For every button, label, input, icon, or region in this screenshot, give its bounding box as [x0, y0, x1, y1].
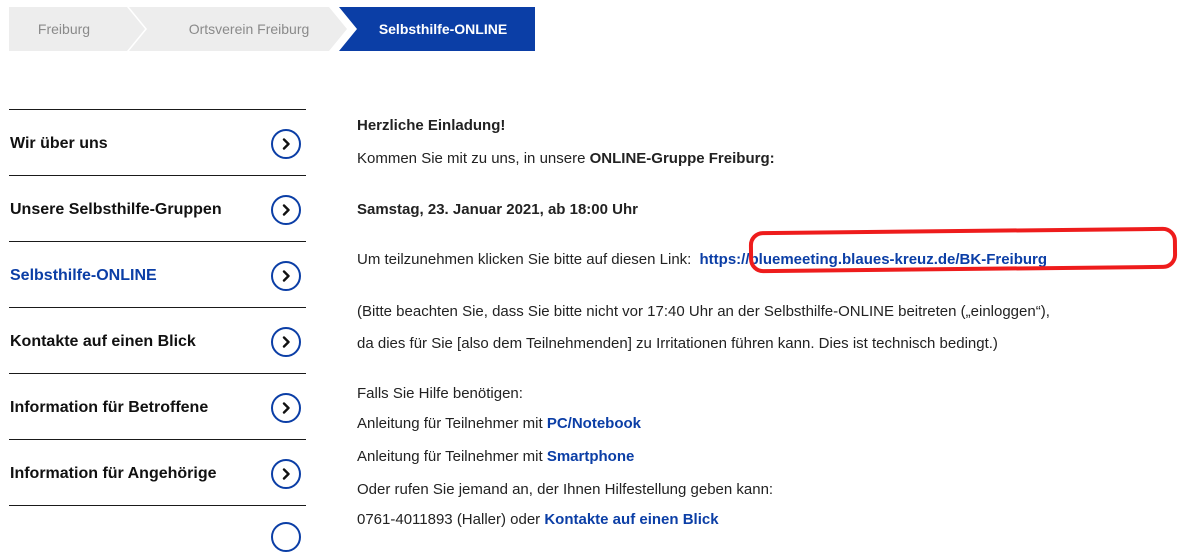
chevron-right-icon[interactable]: [271, 327, 301, 357]
chevron-right-icon[interactable]: [271, 459, 301, 489]
sidebar-item-selbsthilfe-online[interactable]: Selbsthilfe-ONLINE: [9, 241, 306, 307]
chevron-right-icon[interactable]: [271, 129, 301, 159]
sidebar-item-betroffene[interactable]: Information für Betroffene: [9, 373, 306, 439]
group-name: ONLINE-Gruppe Freiburg:: [589, 150, 775, 167]
content-heading: Herzliche Einladung!: [357, 117, 506, 134]
guide-pc-link[interactable]: PC/Notebook: [547, 415, 641, 432]
chevron-right-icon[interactable]: [271, 261, 301, 291]
guide-prefix: Anleitung für Teilnehmer mit: [357, 448, 547, 465]
invite-text: Kommen Sie mit zu uns, in unsere ONLINE-…: [357, 150, 775, 167]
sidebar-item-label: Wir über uns: [10, 135, 108, 152]
breadcrumb-item-freiburg[interactable]: Freiburg: [9, 7, 119, 51]
invite-prefix: Kommen Sie mit zu uns, in unsere: [357, 150, 590, 167]
sidebar-item-label: Information für Angehörige: [10, 465, 217, 482]
sidebar-item-partial[interactable]: [9, 505, 306, 552]
note-line-1: (Bitte beachten Sie, dass Sie bitte nich…: [357, 303, 1050, 320]
chevron-right-icon[interactable]: [271, 522, 301, 552]
sidebar-item-wir-ueber-uns[interactable]: Wir über uns: [9, 109, 306, 175]
guide-prefix: Anleitung für Teilnehmer mit: [357, 415, 547, 432]
event-date: Samstag, 23. Januar 2021, ab 18:00 Uhr: [357, 201, 638, 218]
red-highlight-annotation: [748, 226, 1178, 274]
guide-smartphone-link[interactable]: Smartphone: [547, 448, 635, 465]
guide-pc-line: Anleitung für Teilnehmer mit PC/Notebook: [357, 415, 641, 432]
breadcrumb-label: Ortsverein Freiburg: [188, 21, 310, 37]
sidebar-item-selbsthilfe-gruppen[interactable]: Unsere Selbsthilfe-Gruppen: [9, 175, 306, 241]
guide-phone-line: Anleitung für Teilnehmer mit Smartphone: [357, 448, 634, 465]
phone-prefix: 0761-4011893 (Haller) oder: [357, 511, 545, 528]
breadcrumb-label: Freiburg: [37, 21, 91, 37]
sidebar-item-label: Unsere Selbsthilfe-Gruppen: [10, 201, 222, 218]
help-intro: Falls Sie Hilfe benötigen:: [357, 385, 523, 402]
breadcrumb-item-ortsverein[interactable]: Ortsverein Freiburg: [129, 7, 347, 51]
chevron-right-icon[interactable]: [271, 393, 301, 423]
breadcrumb-item-current: Selbsthilfe-ONLINE: [339, 7, 535, 51]
note-line-2: da dies für Sie [also dem Teilnehmenden]…: [357, 335, 998, 352]
sidebar-item-label: Selbsthilfe-ONLINE: [10, 267, 157, 284]
sidebar-item-label: Kontakte auf einen Blick: [10, 333, 196, 350]
contacts-link[interactable]: Kontakte auf einen Blick: [544, 511, 718, 528]
call-text: Oder rufen Sie jemand an, der Ihnen Hilf…: [357, 481, 774, 498]
breadcrumb-label: Selbsthilfe-ONLINE: [378, 21, 508, 37]
chevron-right-icon[interactable]: [271, 195, 301, 225]
sidebar-nav: Wir über uns Unsere Selbsthilfe-Gruppen …: [9, 109, 306, 552]
sidebar-item-kontakte[interactable]: Kontakte auf einen Blick: [9, 307, 306, 373]
sidebar-item-angehoerige[interactable]: Information für Angehörige: [9, 439, 306, 505]
phone-line: 0761-4011893 (Haller) oder Kontakte auf …: [357, 511, 719, 528]
sidebar-item-label: Information für Betroffene: [10, 399, 209, 416]
link-prefix: Um teilzunehmen klicken Sie bitte auf di…: [357, 251, 696, 268]
